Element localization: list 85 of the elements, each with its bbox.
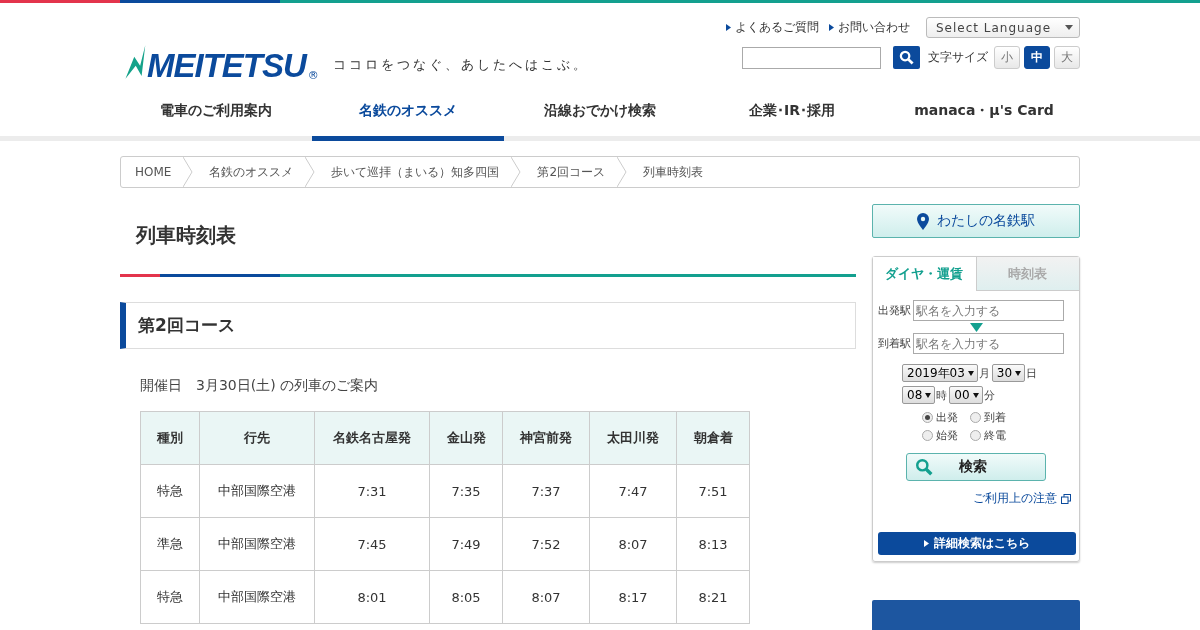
column-header: 行先 [199, 411, 315, 465]
triangle-icon [829, 24, 834, 31]
table-cell: 7:31 [314, 464, 430, 518]
map-pin-icon [917, 212, 929, 230]
table-cell: 7:52 [502, 517, 590, 571]
notice-link[interactable]: ご利用上の注意 [873, 490, 1071, 507]
triangle-icon [726, 24, 731, 31]
company-logo: MEITETSU® [120, 34, 319, 82]
table-cell: 7:45 [314, 517, 430, 571]
caret-icon [1065, 25, 1073, 30]
table-cell: 中部国際空港 [199, 464, 315, 518]
tagline: ココロをつなぐ、あしたへはこぶ。 [332, 56, 589, 74]
radio-option[interactable]: 出発 [922, 410, 970, 425]
column-header: 神宮前発 [502, 411, 590, 465]
down-arrow-icon [969, 323, 983, 332]
radio-option[interactable]: 終電 [970, 428, 1018, 443]
search-icon [899, 50, 914, 65]
nav-tab[interactable]: 沿線おでかけ検索 [504, 91, 696, 141]
radio-option[interactable]: 到着 [970, 410, 1018, 425]
text-size-label: 文字サイズ [928, 49, 988, 66]
column-header: 種別 [140, 411, 200, 465]
external-window-icon [1061, 493, 1071, 504]
table-cell: 準急 [140, 517, 200, 571]
table-cell: 7:49 [429, 517, 503, 571]
utility-link[interactable]: お問い合わせ [829, 19, 910, 36]
table-cell: 7:51 [676, 464, 750, 518]
unit-label: 月 [978, 365, 990, 381]
table-cell: 8:21 [676, 570, 750, 624]
table-cell: 7:35 [429, 464, 503, 518]
column-header: 朝倉着 [676, 411, 750, 465]
table-cell: 7:47 [589, 464, 677, 518]
breadcrumb-link[interactable]: 名鉄のオススメ [193, 157, 306, 187]
dropdown-select[interactable]: 30 [991, 364, 1026, 382]
table-cell: 7:37 [502, 464, 590, 518]
unit-label: 時 [936, 387, 948, 403]
intro-text: 開催日 3月30日(土) の列車のご案内 [140, 377, 380, 395]
radio-option[interactable]: 始発 [922, 428, 970, 443]
caret-icon [1015, 370, 1022, 376]
nav-tab[interactable]: manaca・μ's Card [888, 91, 1080, 141]
field-label: 到着駅 [878, 336, 911, 351]
departure-station-field[interactable]: 駅名を入力する [913, 300, 1064, 321]
dropdown-select[interactable]: 08 [902, 386, 936, 404]
caret-icon [967, 370, 974, 376]
arrival-station-field[interactable]: 駅名を入力する [913, 333, 1064, 354]
table-cell: 特急 [140, 464, 200, 518]
my-station-button[interactable]: わたしの名鉄駅 [872, 204, 1080, 238]
breadcrumb-link[interactable]: HOME [121, 157, 184, 187]
table-cell: 8:07 [502, 570, 590, 624]
column-header: 名鉄名古屋発 [314, 411, 430, 465]
text-size-button[interactable]: 小 [994, 46, 1020, 69]
table-cell: 8:05 [429, 570, 503, 624]
column-header: 太田川発 [589, 411, 677, 465]
nav-tab[interactable]: 企業･IR･採用 [696, 91, 888, 141]
table-cell: 8:01 [314, 570, 430, 624]
language-select[interactable]: Select Language [926, 17, 1080, 38]
text-size-button[interactable]: 大 [1054, 46, 1080, 69]
table-cell: 特急 [140, 570, 200, 624]
breadcrumb-link[interactable]: 列車時刻表 [627, 157, 716, 187]
breadcrumb-link[interactable]: 歩いて巡拝（まいる）知多四国 [315, 157, 512, 187]
text-size-button[interactable]: 中 [1024, 46, 1050, 69]
table-cell: 中部国際空港 [199, 517, 315, 571]
unit-label: 分 [983, 387, 995, 403]
breadcrumb-link[interactable]: 第2回コース [521, 157, 618, 187]
table-cell: 8:07 [589, 517, 677, 571]
search-field[interactable] [742, 46, 881, 69]
search-button[interactable]: 検索 [906, 453, 1046, 481]
nav-tab[interactable]: 名鉄のオススメ [312, 91, 504, 141]
field-label: 出発駅 [878, 303, 911, 318]
table-cell: 中部国際空港 [199, 570, 315, 624]
triangle-icon [924, 540, 929, 547]
caret-icon [925, 392, 932, 398]
nav-tab[interactable]: 電車のご利用案内 [120, 91, 312, 141]
detail-search-button[interactable]: 詳細検索はこちら [878, 532, 1076, 555]
section-heading: 第2回コース [120, 302, 856, 349]
page-title: 列車時刻表 [134, 222, 237, 249]
search-button[interactable] [893, 46, 920, 69]
column-header: 金山発 [429, 411, 503, 465]
caret-icon [972, 392, 979, 398]
table-cell: 8:17 [589, 570, 677, 624]
utility-link[interactable]: よくあるご質問 [726, 19, 819, 36]
unit-label: 日 [1026, 365, 1038, 381]
dropdown-select[interactable]: 2019年03 [902, 364, 978, 382]
table-cell: 8:13 [676, 517, 750, 571]
dropdown-select[interactable]: 00 [949, 386, 983, 404]
search-icon [915, 458, 933, 476]
